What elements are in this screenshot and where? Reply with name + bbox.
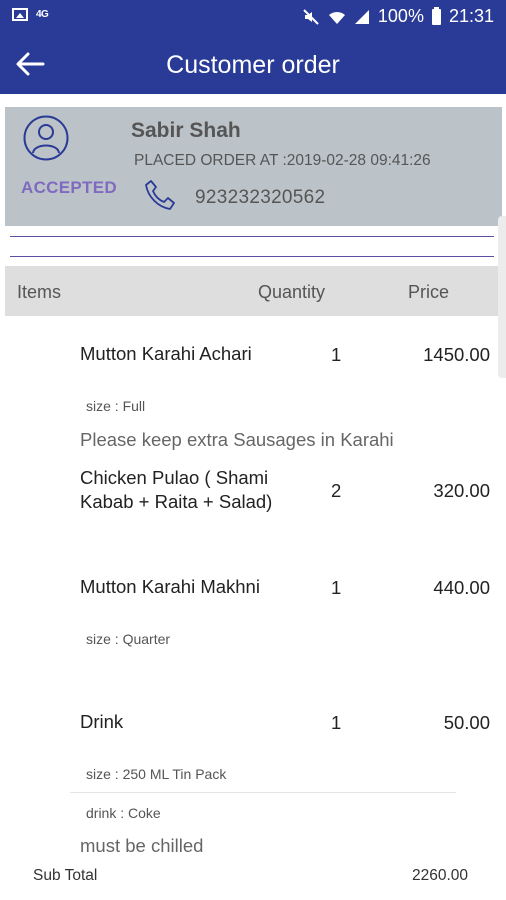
customer-phone[interactable]: 923232320562 bbox=[195, 187, 325, 209]
mute-icon bbox=[302, 8, 320, 26]
item-note: must be chilled bbox=[80, 835, 204, 856]
item-price: 320.00 bbox=[433, 480, 490, 501]
header-quantity: Quantity bbox=[258, 282, 326, 302]
item-price: 440.00 bbox=[433, 577, 490, 598]
battery-percent: 100% bbox=[377, 6, 424, 26]
subtotal-label: Sub Total bbox=[33, 867, 98, 884]
item-price: 50.00 bbox=[443, 712, 490, 733]
divider bbox=[70, 792, 456, 793]
item-quantity: 2 bbox=[331, 480, 342, 501]
page-title: Customer order bbox=[166, 51, 340, 79]
item-name-line: Chicken Pulao ( Shami bbox=[80, 467, 269, 488]
item-option: size : Full bbox=[86, 398, 146, 414]
item-note: Please keep extra Sausages in Karahi bbox=[80, 429, 394, 450]
order-table-header: Items Quantity Price bbox=[5, 266, 499, 316]
item-name: Chicken Pulao ( Shami Kabab + Raita + Sa… bbox=[80, 466, 272, 514]
subtotal-value: 2260.00 bbox=[412, 867, 469, 884]
item-quantity: 1 bbox=[331, 344, 342, 365]
divider bbox=[10, 236, 494, 237]
signal-icon bbox=[354, 9, 370, 25]
item-option: drink : Coke bbox=[86, 805, 161, 821]
order-status-label: ACCEPTED bbox=[21, 178, 117, 197]
item-quantity: 1 bbox=[331, 712, 342, 733]
item-name: Drink bbox=[80, 711, 124, 732]
divider bbox=[10, 256, 494, 257]
scroll-indicator[interactable] bbox=[498, 216, 506, 378]
item-quantity: 1 bbox=[331, 577, 342, 598]
customer-name: Sabir Shah bbox=[131, 119, 241, 142]
placed-order-timestamp: PLACED ORDER AT :2019-02-28 09:41:26 bbox=[134, 152, 431, 169]
item-name: Mutton Karahi Makhni bbox=[80, 576, 260, 597]
network-type-icon: 4G bbox=[36, 9, 49, 20]
item-name-line: Kabab + Raita + Salad) bbox=[80, 491, 273, 512]
item-price: 1450.00 bbox=[423, 344, 490, 365]
item-option: size : Quarter bbox=[86, 631, 171, 647]
user-avatar-icon bbox=[23, 115, 69, 161]
battery-icon bbox=[431, 6, 441, 25]
clock: 21:31 bbox=[448, 6, 494, 26]
header-items: Items bbox=[17, 282, 62, 302]
phone-icon[interactable] bbox=[143, 177, 177, 213]
gallery-notification-icon bbox=[12, 8, 28, 21]
app-toolbar: Customer order bbox=[0, 34, 506, 94]
status-bar: 4G 100% 21:31 bbox=[0, 0, 506, 34]
item-name: Mutton Karahi Achari bbox=[80, 343, 252, 364]
item-option: size : 250 ML Tin Pack bbox=[86, 766, 227, 782]
header-price: Price bbox=[408, 282, 450, 302]
customer-card: ACCEPTED Sabir Shah PLACED ORDER AT :201… bbox=[5, 107, 502, 226]
wifi-icon bbox=[328, 9, 346, 25]
